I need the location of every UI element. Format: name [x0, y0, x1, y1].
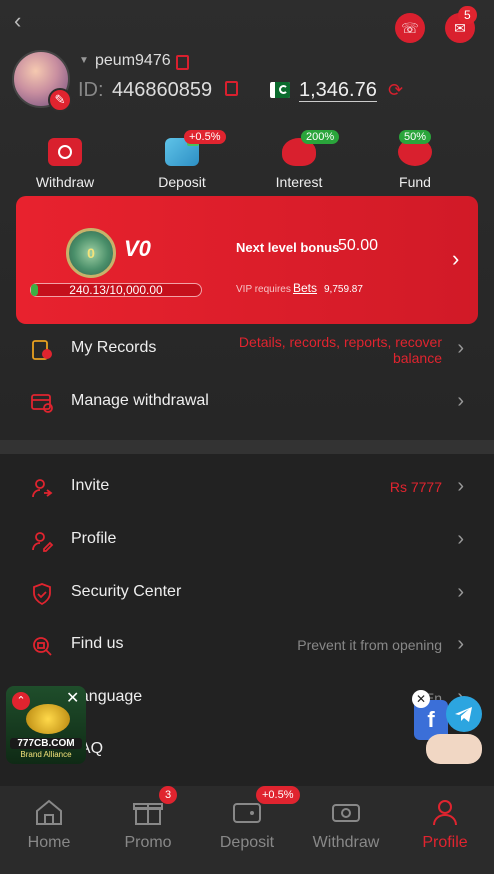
chevron-left-icon[interactable]: ‹ [14, 8, 21, 34]
vip-card[interactable]: 0 V0 240.13/10,000.00 Next level bonus 5… [16, 196, 478, 324]
invite-icon [32, 479, 53, 498]
brand-name: 777CB.COM [10, 738, 82, 749]
copy-id-icon[interactable] [225, 81, 238, 96]
chevron-right-icon: › [457, 337, 464, 359]
quick-withdraw[interactable]: Withdraw [15, 138, 115, 190]
chevron-right-icon: › [457, 390, 464, 412]
chevron-right-icon[interactable]: › [452, 246, 459, 272]
avatar[interactable]: ✎ [12, 50, 72, 112]
bets-value: 9,759.87 [324, 284, 363, 295]
nav-promo[interactable]: Promo 3 [99, 786, 197, 874]
vip-progress-text: 240.13/10,000.00 [69, 283, 163, 297]
bottom-nav: Home Promo 3 Deposit +0.5% Withdraw Prof… [0, 786, 494, 874]
username: peum9476 [95, 52, 171, 69]
vip-medal-icon: 0 [66, 228, 116, 278]
coin-pot-icon [26, 704, 70, 734]
id-label: ID: [78, 79, 104, 101]
edit-avatar-icon[interactable]: ✎ [48, 88, 72, 112]
collapse-up-icon[interactable]: ⌃ [12, 692, 30, 710]
vip-level: V0 [124, 236, 151, 261]
nav-withdraw[interactable]: Withdraw [297, 786, 395, 874]
records-desc-line2: balance [392, 350, 442, 366]
home-icon [36, 799, 62, 825]
nav-home[interactable]: Home [0, 786, 98, 874]
bets-link[interactable]: Bets [293, 281, 317, 295]
deposit-badge: +0.5% [184, 130, 226, 144]
records-icon [32, 340, 52, 360]
vip-medal-text: 0 [87, 245, 95, 261]
close-icon[interactable]: ✕ [412, 690, 430, 708]
floating-brand-banner[interactable]: ⌃ ✕ 777CB.COM Brand Alliance [6, 686, 86, 764]
nav-label: Home [27, 834, 71, 851]
telegram-icon[interactable] [446, 696, 482, 732]
nav-label: Deposit [219, 834, 275, 851]
menu-profile[interactable]: Profile › [0, 515, 494, 567]
fund-badge: 50% [399, 130, 432, 144]
menu-security-center[interactable]: Security Center › [0, 568, 494, 620]
menu-value: Details, records, reports, recover balanc… [239, 334, 442, 366]
card-settings-icon [31, 394, 53, 413]
menu-label: Invite [71, 477, 110, 494]
gift-icon [133, 803, 163, 825]
menu-value: Rs 7777 [389, 479, 442, 495]
messages-badge: 5 [458, 6, 477, 24]
next-bonus-value: 50.00 [338, 237, 379, 254]
brand-subtitle: Brand Alliance [20, 750, 72, 759]
menu-value: Prevent it from opening [297, 637, 442, 653]
chevron-right-icon: › [457, 633, 464, 655]
copy-username-icon[interactable] [176, 55, 189, 70]
headset-icon[interactable]: ☏ [395, 13, 425, 43]
menu-manage-withdrawal[interactable]: Manage withdrawal › [0, 377, 494, 429]
search-doc-icon [33, 637, 52, 656]
user-id: 446860859 [112, 79, 213, 101]
quick-deposit[interactable]: +0.5% Deposit [132, 130, 232, 190]
nav-label: Promo [124, 834, 172, 851]
chevron-right-icon: › [457, 475, 464, 497]
next-bonus-label: Next level bonus [236, 240, 340, 255]
menu-my-records[interactable]: My Records Details, records, reports, re… [0, 324, 494, 376]
quick-interest-label: Interest [275, 174, 323, 190]
quick-deposit-label: Deposit [158, 174, 206, 190]
withdraw-icon [48, 138, 82, 166]
nav-profile[interactable]: Profile [396, 786, 494, 874]
quick-withdraw-label: Withdraw [35, 174, 95, 190]
deposit-nav-badge: +0.5% [256, 786, 300, 804]
user-icon [433, 800, 457, 826]
quick-fund[interactable]: 50% Fund [365, 130, 465, 190]
menu-find-us[interactable]: Find us Prevent it from opening › [0, 620, 494, 672]
chevron-right-icon: › [457, 528, 464, 550]
promo-badge: 3 [159, 786, 178, 804]
withdraw-icon [332, 804, 360, 822]
nav-label: Profile [422, 834, 468, 851]
balance-value[interactable]: 1,346.76 [299, 79, 377, 102]
menu-label: My Records [71, 339, 157, 356]
nav-label: Withdraw [312, 834, 380, 851]
floating-social-widget[interactable]: ✕ f [406, 690, 490, 768]
menu-label: Profile [71, 530, 117, 547]
shield-icon [33, 583, 51, 606]
profile-edit-icon [32, 532, 54, 552]
pakistan-flag-icon [270, 82, 290, 98]
menu-invite[interactable]: Invite Rs 7777 › [0, 462, 494, 514]
hand-icon [426, 734, 482, 764]
caret-down-icon: ▼ [79, 55, 89, 66]
section-divider [0, 440, 494, 454]
interest-badge: 200% [301, 130, 340, 144]
close-icon[interactable]: ✕ [66, 688, 79, 708]
menu-label: Manage withdrawal [71, 392, 209, 409]
chevron-right-icon: › [457, 581, 464, 603]
menu-label: Find us [71, 635, 124, 652]
quick-fund-label: Fund [399, 174, 431, 190]
nav-deposit[interactable]: Deposit +0.5% [198, 786, 300, 874]
quick-interest[interactable]: 200% Interest [249, 130, 349, 190]
vip-requires-label: VIP requires [236, 284, 291, 295]
menu-label: Security Center [71, 583, 182, 600]
records-desc-line1: Details, records, reports, recover [238, 334, 442, 350]
refresh-icon[interactable]: ⟳ [388, 80, 403, 101]
